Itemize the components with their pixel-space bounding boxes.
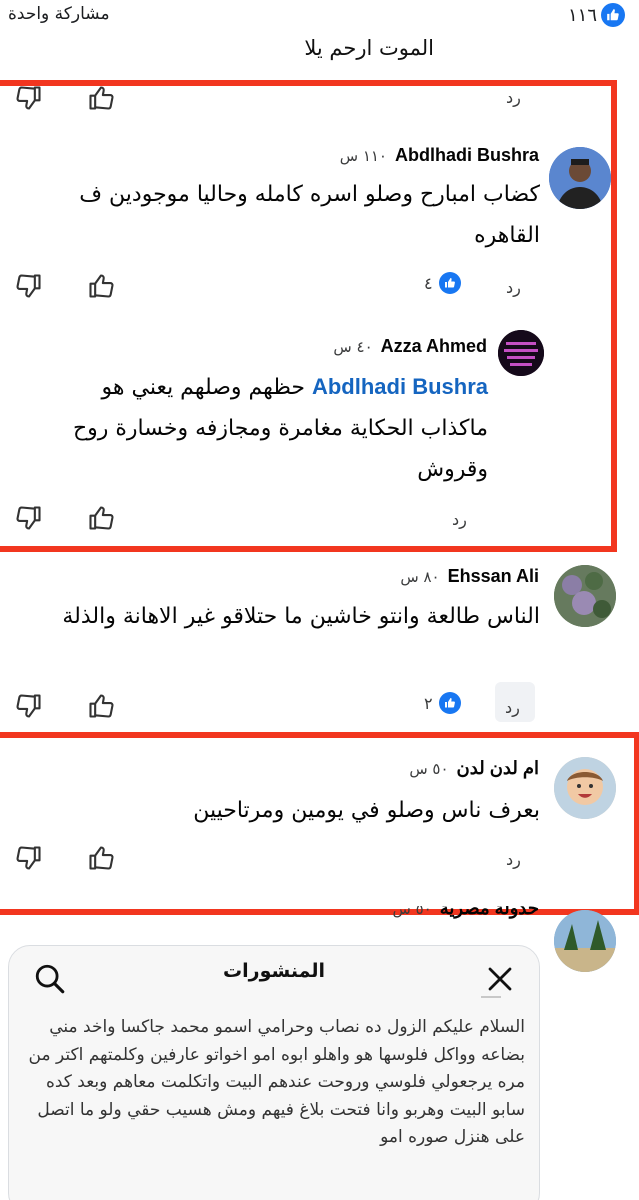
like-reaction-icon bbox=[438, 692, 461, 714]
comment-time[interactable]: ٥٠ س bbox=[393, 906, 432, 918]
comment-header: Azza Ahmed ٤٠ س bbox=[333, 336, 487, 357]
dislike-icon[interactable] bbox=[14, 844, 44, 872]
reply-button[interactable]: رد bbox=[506, 850, 521, 869]
post-stats-bar: مشاركة واحدة ١١٦ bbox=[0, 0, 639, 32]
comment-header: ام لدن لدن ٥٠ س bbox=[409, 758, 539, 779]
comment-time[interactable]: ١١٠ س bbox=[340, 147, 387, 165]
reply-button[interactable]: رد bbox=[495, 682, 535, 722]
like-icon[interactable] bbox=[86, 504, 116, 532]
reply-button[interactable]: رد bbox=[452, 510, 467, 529]
commenter-name[interactable]: Azza Ahmed bbox=[381, 336, 487, 357]
likes-summary[interactable]: ١١٦ bbox=[568, 3, 625, 27]
likes-count: ١١٦ bbox=[567, 4, 597, 26]
avatar[interactable] bbox=[554, 910, 616, 972]
like-icon[interactable] bbox=[86, 844, 116, 872]
like-icon[interactable] bbox=[86, 272, 116, 300]
reaction-count: ٤ bbox=[424, 273, 433, 293]
comment-header: Ehssan Ali ٨٠ س bbox=[400, 566, 539, 587]
post-text: السلام عليكم الزول ده نصاب وحرامي اسمو م… bbox=[28, 1017, 525, 1147]
commenter-name[interactable]: Abdlhadi Bushra bbox=[395, 145, 539, 166]
divider bbox=[481, 996, 501, 998]
comment-header: خدولة مصرية ٥٠ س bbox=[393, 906, 539, 920]
dislike-icon[interactable] bbox=[14, 692, 44, 720]
dislike-icon[interactable] bbox=[14, 504, 44, 532]
previous-comment-text: الموت ارحم يلا bbox=[304, 36, 434, 60]
avatar[interactable] bbox=[549, 147, 611, 209]
reaction-count: ٢ bbox=[424, 693, 433, 713]
close-icon bbox=[488, 967, 512, 991]
avatar[interactable] bbox=[554, 565, 616, 627]
shares-count[interactable]: مشاركة واحدة bbox=[8, 4, 110, 24]
avatar[interactable] bbox=[554, 757, 616, 819]
like-reaction-icon bbox=[601, 3, 625, 27]
comment-header: Abdlhadi Bushra ١١٠ س bbox=[340, 145, 539, 166]
dislike-icon[interactable] bbox=[14, 272, 44, 300]
comment-time[interactable]: ٥٠ س bbox=[409, 760, 448, 778]
card-title: المنشورات bbox=[223, 960, 325, 982]
comment-text: Abdlhadi Bushra حظهم وصلهم يعني هو ماكذا… bbox=[40, 366, 488, 490]
comment-time[interactable]: ٨٠ س bbox=[400, 568, 439, 586]
like-reaction-icon bbox=[438, 272, 461, 294]
reaction-summary[interactable]: ٤ bbox=[424, 272, 461, 294]
reply-button[interactable]: رد bbox=[506, 278, 521, 297]
like-icon[interactable] bbox=[86, 692, 116, 720]
mentioned-user-link[interactable]: Abdlhadi Bushra bbox=[312, 374, 488, 399]
avatar[interactable] bbox=[498, 330, 544, 376]
commenter-name[interactable]: Ehssan Ali bbox=[448, 566, 539, 587]
comment-text: الناس طالعة وانتو خاشين ما حتلاقو غير ال… bbox=[62, 604, 540, 629]
commenter-name[interactable]: خدولة مصرية bbox=[440, 906, 539, 919]
embedded-post-image[interactable]: المنشورات السلام عليكم الزول ده نصاب وحر… bbox=[8, 945, 540, 1200]
comment-text: كضاب امبارح وصلو اسره كامله وحاليا موجود… bbox=[79, 182, 540, 248]
comment-text: بعرف ناس وصلو في يومين ومرتاحيين bbox=[193, 798, 540, 823]
reaction-summary[interactable]: ٢ bbox=[424, 692, 461, 714]
commenter-name[interactable]: ام لدن لدن bbox=[457, 758, 539, 779]
comment-time[interactable]: ٤٠ س bbox=[333, 338, 372, 356]
